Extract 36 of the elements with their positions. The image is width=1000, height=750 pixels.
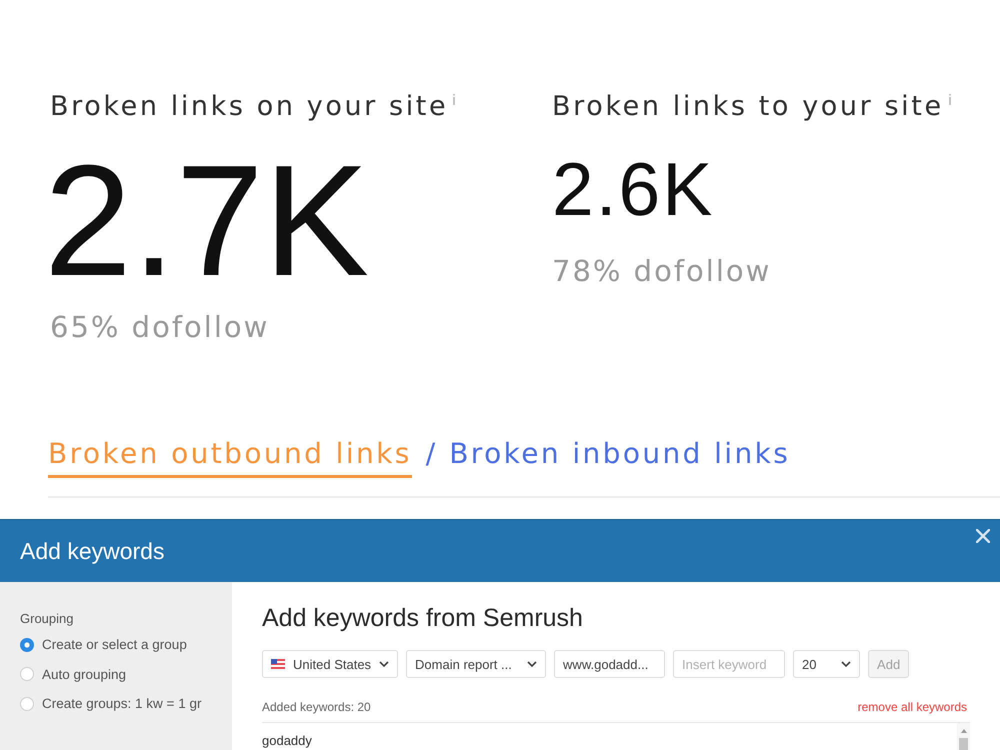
scrollbar[interactable] [957,723,970,750]
remove-all-link[interactable]: remove all keywords [858,700,967,714]
keyword-item[interactable]: godaddy [262,733,957,749]
radio-button[interactable] [20,696,34,711]
country-select[interactable]: United States [262,650,398,678]
stat-title: Broken links on your site [50,90,448,124]
radio-label[interactable]: Create or select a group [42,637,187,652]
report-select[interactable]: Domain report ... [406,650,546,678]
info-icon[interactable] [948,94,952,105]
dofollow-share: 65% dofollow [50,309,270,345]
added-count: Added keywords: 20 [262,700,371,714]
stat-value: 2.7K [44,142,370,300]
close-icon[interactable] [976,529,990,543]
grouping-heading: Grouping [20,611,74,627]
radio-button[interactable] [20,667,34,682]
radio-label[interactable]: Auto grouping [42,666,126,682]
flag-icon [271,659,285,669]
keyword-list[interactable]: godaddy [262,722,970,750]
keyword-input[interactable]: Insert keyword [673,650,786,678]
caret-icon [841,661,852,667]
count-select[interactable]: 20 [793,650,860,678]
radio-button[interactable] [20,638,34,652]
domain-field[interactable]: www.godadd... [554,650,666,678]
stat-value: 2.6K [552,152,714,227]
tab[interactable]: Broken inbound links [449,437,790,475]
section-heading: Add keywords from Semrush [262,604,584,632]
caret-icon [527,661,538,667]
radio-label[interactable]: Create groups: 1 kw = 1 gr [42,696,202,712]
dofollow-share: 78% dofollow [552,253,772,289]
dialog-title: Add keywords [20,538,164,564]
scrollbar-thumb[interactable] [959,738,968,750]
scroll-up-icon[interactable] [960,729,966,733]
caret-icon [379,661,390,667]
info-icon[interactable] [452,94,456,105]
stat-title: Broken links to your site [552,90,944,124]
tab-separator: / [426,437,436,471]
